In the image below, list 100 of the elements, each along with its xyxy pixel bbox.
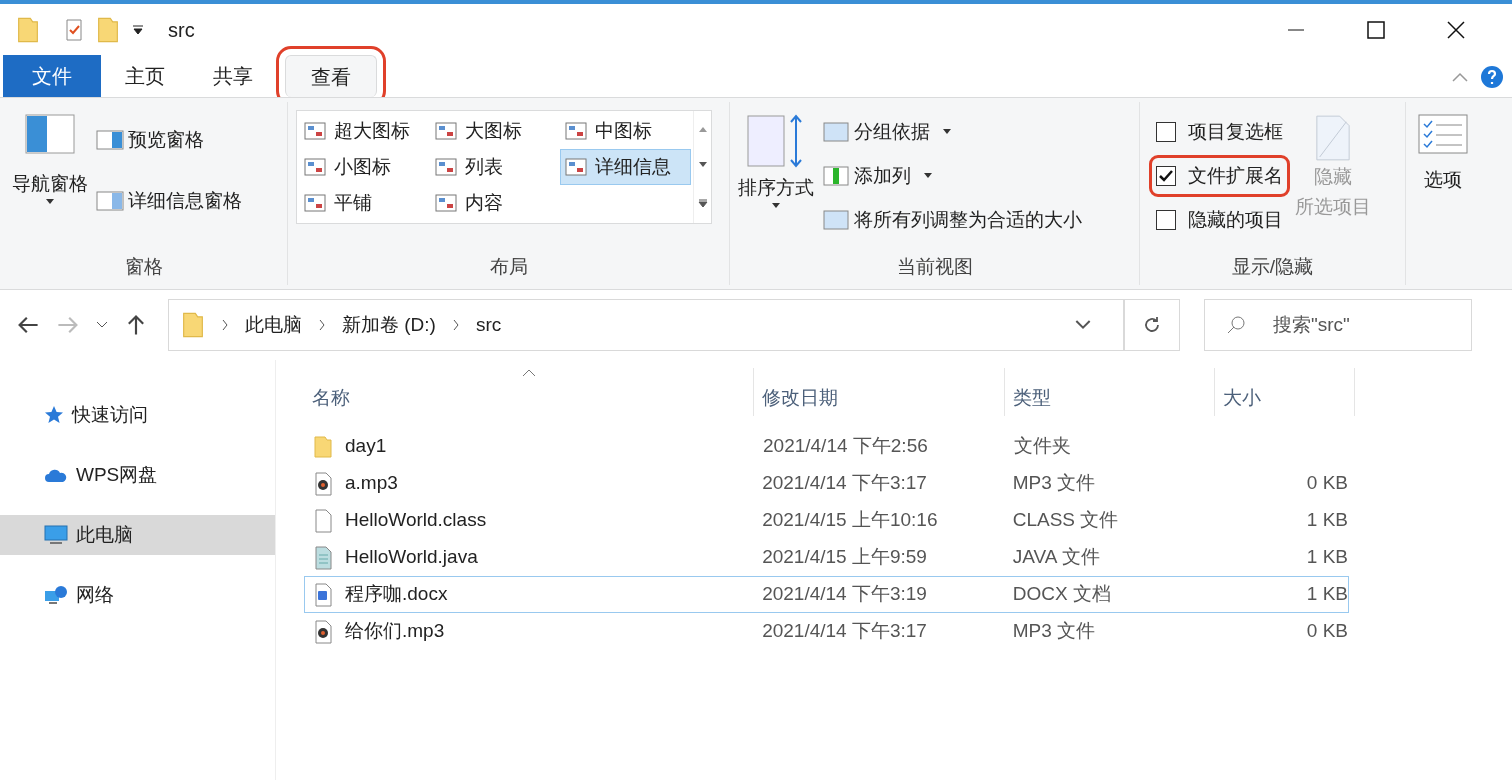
refresh-icon bbox=[1142, 315, 1162, 335]
ribbon-tab[interactable]: 共享 bbox=[189, 55, 277, 97]
group-icon bbox=[822, 121, 850, 143]
breadcrumb-chevron-icon bbox=[451, 319, 460, 331]
layout-icon bbox=[565, 122, 588, 140]
table-cell-text: 2021/4/14 下午3:17 bbox=[761, 471, 928, 496]
file-row[interactable]: 给你们.mp3 2021/4/14 下午3:17 MP3 文件 0 KB bbox=[304, 613, 1349, 650]
group-caption: 布局 bbox=[488, 254, 529, 279]
word-file-icon bbox=[313, 582, 333, 607]
cloud-icon bbox=[44, 467, 68, 483]
group-caption: 当前视图 bbox=[895, 254, 974, 279]
column-header[interactable]: 修改日期 bbox=[754, 368, 1005, 416]
navigation-pane-button[interactable]: 导航窗格 bbox=[12, 114, 88, 205]
table-cell-text: JAVA 文件 bbox=[1011, 545, 1101, 570]
scroll-up-icon[interactable] bbox=[697, 126, 708, 133]
file-name: HelloWorld.class bbox=[345, 508, 487, 533]
layout-icon bbox=[434, 194, 457, 212]
notepad-file-icon bbox=[313, 545, 333, 570]
layout-option[interactable]: 中图标 bbox=[560, 113, 691, 149]
breadcrumb-item[interactable]: 新加卷 (D:) bbox=[342, 310, 436, 340]
table-cell-text: MP3 文件 bbox=[1011, 619, 1097, 644]
folder-icon bbox=[181, 311, 205, 339]
column-header[interactable]: 名称 bbox=[304, 368, 754, 416]
file-name: 给你们.mp3 bbox=[345, 619, 445, 644]
caret-icon[interactable] bbox=[132, 23, 144, 36]
sidebar-item[interactable]: 此电脑 bbox=[0, 515, 275, 555]
computer-icon bbox=[44, 525, 68, 545]
layout-icon bbox=[304, 158, 326, 176]
maximize-icon bbox=[1366, 19, 1386, 40]
caret-icon bbox=[45, 198, 55, 205]
table-cell-text: 1 KB bbox=[1305, 545, 1348, 570]
file-name: HelloWorld.java bbox=[345, 545, 478, 570]
search-field[interactable]: 搜索"src" bbox=[1204, 299, 1472, 351]
sidebar-item[interactable]: 网络 bbox=[0, 575, 275, 615]
breadcrumb-item[interactable]: src bbox=[475, 310, 502, 340]
more-icon[interactable] bbox=[697, 198, 708, 208]
navigation-pane-icon bbox=[25, 114, 75, 154]
checkbox[interactable] bbox=[1156, 210, 1176, 230]
file-row[interactable]: HelloWorld.java 2021/4/15 上午9:59 JAVA 文件 1 KB bbox=[304, 539, 1349, 576]
view-option[interactable]: 添加列 bbox=[822, 158, 1082, 194]
checkbox-option[interactable]: 项目复选框 bbox=[1152, 114, 1287, 150]
layout-option[interactable]: 详细信息 bbox=[560, 149, 691, 185]
table-cell-text: 0 KB bbox=[1305, 619, 1348, 644]
table-cell-text: 2021/4/15 上午10:16 bbox=[761, 508, 939, 533]
checkbox[interactable] bbox=[1156, 122, 1176, 142]
refresh-button[interactable] bbox=[1124, 299, 1180, 351]
file-name: day1 bbox=[345, 434, 387, 459]
file-row[interactable]: HelloWorld.class 2021/4/15 上午10:16 CLASS 文件 1 KB bbox=[304, 502, 1349, 539]
column-header[interactable]: 类型 bbox=[1005, 368, 1215, 416]
help-icon[interactable] bbox=[1480, 65, 1504, 89]
table-cell-text: 2021/4/14 下午3:19 bbox=[761, 582, 928, 607]
table-cell-text: 2021/4/14 下午3:17 bbox=[761, 619, 928, 644]
column-header[interactable]: 大小 bbox=[1215, 368, 1355, 416]
view-option[interactable]: 将所有列调整为合适的大小 bbox=[822, 202, 1082, 238]
blank-file-icon bbox=[313, 508, 333, 533]
checkbox-option[interactable]: 隐藏的项目 bbox=[1152, 202, 1287, 238]
add-column-icon bbox=[822, 165, 850, 187]
table-cell-text: 2021/4/15 上午9:59 bbox=[761, 545, 928, 570]
checkbox-option[interactable]: 文件扩展名 bbox=[1152, 158, 1287, 194]
checklist-icon bbox=[1418, 114, 1468, 154]
table-cell-text: 0 KB bbox=[1305, 471, 1348, 496]
layout-option[interactable]: 小图标 bbox=[299, 149, 430, 185]
sort-by-button[interactable]: 排序方式 bbox=[738, 114, 814, 238]
search-icon bbox=[1226, 315, 1246, 335]
pane-option[interactable]: 详细信息窗格 bbox=[96, 186, 242, 215]
layout-icon bbox=[304, 194, 326, 212]
address-bar[interactable]: 此电脑 新加卷 (D:) src bbox=[168, 299, 1124, 351]
file-row[interactable]: a.mp3 2021/4/14 下午3:17 MP3 文件 0 KB bbox=[304, 465, 1349, 502]
pane-layout-icon bbox=[96, 190, 124, 211]
sidebar-item[interactable]: WPS网盘 bbox=[0, 455, 275, 495]
file-row[interactable]: 程序咖.docx 2021/4/14 下午3:19 DOCX 文档 1 KB bbox=[304, 576, 1349, 613]
file-name: 程序咖.docx bbox=[345, 582, 448, 607]
collapse-ribbon-icon[interactable] bbox=[1452, 71, 1468, 83]
layout-icon bbox=[304, 122, 326, 140]
options-button[interactable]: 选项 bbox=[1418, 114, 1468, 195]
minimize-icon bbox=[1286, 28, 1306, 31]
view-option[interactable]: 分组依据 bbox=[822, 114, 1082, 150]
network-icon bbox=[44, 585, 68, 605]
window-title: src bbox=[168, 17, 195, 43]
pane-layout-icon bbox=[96, 130, 124, 151]
dropdown-icon[interactable] bbox=[1075, 319, 1091, 331]
group-caption: 显示/隐藏 bbox=[1230, 254, 1315, 279]
table-cell-text: MP3 文件 bbox=[1011, 471, 1097, 496]
layout-option[interactable]: 平铺 bbox=[299, 185, 430, 221]
layout-option[interactable]: 内容 bbox=[429, 185, 561, 221]
recent-locations-icon[interactable] bbox=[96, 321, 108, 329]
table-cell-text: 文件夹 bbox=[1013, 434, 1072, 459]
ribbon-tab[interactable]: 主页 bbox=[101, 55, 189, 97]
breadcrumb-item[interactable]: 此电脑 bbox=[245, 310, 302, 340]
ribbon-tab[interactable]: 文件 bbox=[3, 55, 101, 97]
table-cell-text: DOCX 文档 bbox=[1011, 582, 1112, 607]
sidebar-item[interactable]: 快速访问 bbox=[0, 395, 275, 435]
layout-option[interactable]: 列表 bbox=[429, 149, 561, 185]
scroll-down-icon[interactable] bbox=[697, 162, 708, 169]
breadcrumb-chevron-icon bbox=[221, 319, 229, 331]
checkbox[interactable] bbox=[1156, 166, 1176, 186]
layout-option[interactable]: 超大图标 bbox=[299, 113, 430, 149]
pane-option[interactable]: 预览窗格 bbox=[96, 126, 242, 155]
file-row[interactable]: day1 2021/4/14 下午2:56 文件夹 bbox=[304, 428, 1349, 465]
layout-option[interactable]: 大图标 bbox=[429, 113, 561, 149]
